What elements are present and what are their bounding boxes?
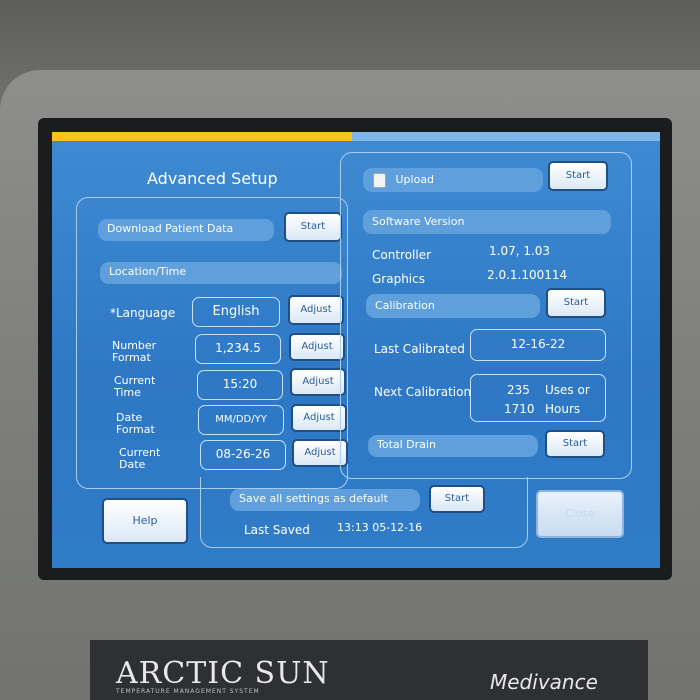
- graphics-label: Graphics: [372, 272, 425, 286]
- status-strip-left: [52, 132, 352, 141]
- brand-logo: ARCTIC SUN: [116, 656, 330, 691]
- upload-header: Upload: [363, 168, 543, 192]
- number-format-label: Number Format: [112, 339, 157, 364]
- manufacturer-logo: Medivance: [490, 670, 598, 694]
- next-calibration-box: 235 Uses or 1710 Hours: [470, 374, 606, 422]
- help-button[interactable]: Help: [102, 498, 188, 544]
- total-drain-start-button[interactable]: Start: [545, 430, 605, 458]
- location-time-header: Location/Time: [100, 262, 342, 284]
- current-date-value: 08-26-26: [200, 440, 286, 470]
- download-patient-data-header: Download Patient Data: [98, 219, 274, 241]
- software-version-header: Software Version: [363, 210, 611, 234]
- graphics-version-value: 2.0.1.100114: [487, 268, 568, 282]
- number-format-adjust-button[interactable]: Adjust: [289, 333, 345, 361]
- hours-unit-label: Hours: [545, 402, 581, 416]
- document-icon: [373, 172, 386, 188]
- current-date-label: Current Date: [119, 446, 161, 471]
- upload-label: Upload: [395, 173, 435, 186]
- last-saved-value: 13:13 05-12-16: [337, 521, 423, 534]
- upload-start-button[interactable]: Start: [548, 161, 608, 191]
- last-calibrated-label: Last Calibrated: [374, 342, 465, 356]
- calibration-header: Calibration: [366, 294, 540, 318]
- next-calibration-label: Next Calibration: [374, 385, 472, 399]
- controller-version-value: 1.07, 1.03: [489, 244, 551, 258]
- touch-screen: Advanced Setup Download Patient Data Sta…: [52, 132, 660, 568]
- device-casing-top: [0, 0, 700, 80]
- current-time-adjust-button[interactable]: Adjust: [290, 368, 346, 396]
- language-label: *Language: [110, 306, 176, 320]
- total-drain-header: Total Drain: [368, 435, 538, 457]
- save-default-header: Save all settings as default: [230, 489, 420, 511]
- last-saved-label: Last Saved: [244, 523, 310, 537]
- last-calibrated-value: 12-16-22: [470, 329, 606, 361]
- close-button[interactable]: Close: [536, 490, 624, 538]
- download-start-button[interactable]: Start: [284, 212, 342, 242]
- save-default-start-button[interactable]: Start: [429, 485, 485, 513]
- language-adjust-button[interactable]: Adjust: [288, 295, 344, 325]
- current-time-label: Current Time: [114, 374, 156, 399]
- date-format-label: Date Format: [116, 411, 155, 436]
- brand-subtitle: TEMPERATURE MANAGEMENT SYSTEM: [116, 688, 260, 695]
- calibration-start-button[interactable]: Start: [546, 288, 606, 318]
- uses-unit-label: Uses or: [545, 383, 590, 397]
- date-format-adjust-button[interactable]: Adjust: [291, 404, 347, 432]
- page-title: Advanced Setup: [147, 169, 278, 188]
- hours-remaining-value: 1710: [504, 402, 535, 416]
- controller-label: Controller: [372, 248, 432, 262]
- language-value: English: [192, 297, 280, 327]
- number-format-value: 1,234.5: [195, 334, 281, 364]
- device-logo-bar: ARCTIC SUN TEMPERATURE MANAGEMENT SYSTEM…: [90, 640, 648, 700]
- current-time-value: 15:20: [197, 370, 283, 400]
- date-format-value: MM/DD/YY: [198, 405, 284, 435]
- uses-remaining-value: 235: [507, 383, 530, 397]
- status-strip-right: [352, 132, 660, 141]
